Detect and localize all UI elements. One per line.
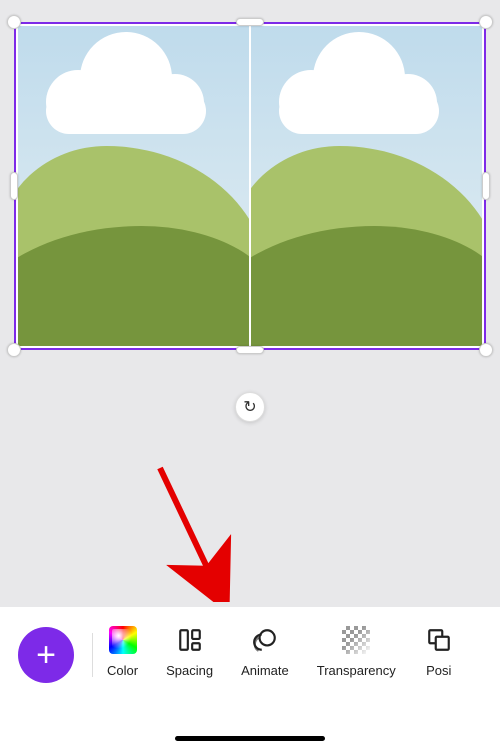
cloud-shape [46,50,206,136]
canvas-selection[interactable] [14,22,486,350]
hill-front [251,226,482,346]
bottom-toolbar: + Color Spacing [0,607,500,749]
tool-label: Color [107,663,138,678]
tool-label: Animate [241,663,289,678]
resize-handle-r[interactable] [482,172,490,200]
home-indicator[interactable] [175,736,325,741]
transparency-icon [341,625,371,655]
toolbar-tools: Color Spacing Animate [107,625,454,678]
cloud-shape [279,50,439,136]
frame-right[interactable] [251,26,482,346]
hill-front [18,226,249,346]
tool-color[interactable]: Color [107,625,138,678]
tool-animate[interactable]: Animate [241,625,289,678]
animate-icon [250,625,280,655]
resize-handle-br[interactable] [479,343,493,357]
resize-handle-b[interactable] [236,346,264,354]
toolbar-divider [92,633,93,677]
tool-transparency[interactable]: Transparency [317,625,396,678]
swap-content-button[interactable]: ↻ [235,392,265,422]
resize-handle-t[interactable] [236,18,264,26]
resize-handle-tr[interactable] [479,15,493,29]
position-icon [424,625,454,655]
tool-label: Spacing [166,663,213,678]
tool-spacing[interactable]: Spacing [166,625,213,678]
resize-handle-tl[interactable] [7,15,21,29]
tool-label: Posi [426,663,451,678]
add-button[interactable]: + [18,627,74,683]
resize-handle-l[interactable] [10,172,18,200]
spacing-icon [175,625,205,655]
tool-label: Transparency [317,663,396,678]
grid-frames [18,26,482,346]
frame-left[interactable] [18,26,249,346]
annotation-arrow [150,462,240,602]
plus-icon: + [36,636,56,675]
tool-position[interactable]: Posi [424,625,454,678]
resize-handle-bl[interactable] [7,343,21,357]
selection-frame [14,22,486,350]
color-icon [108,625,138,655]
swap-icon: ↻ [243,397,256,417]
